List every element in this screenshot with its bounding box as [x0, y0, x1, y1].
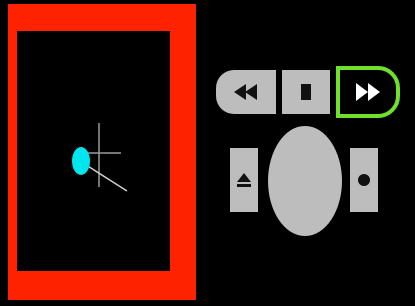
eject-icon: [237, 173, 251, 187]
fast-forward-icon: [356, 83, 380, 101]
record-icon: [358, 174, 370, 186]
pointer-line: [82, 162, 128, 192]
cyan-marker: [72, 147, 90, 175]
record-button[interactable]: [350, 148, 378, 212]
main-control-button[interactable]: [268, 126, 342, 236]
video-display[interactable]: [17, 31, 170, 271]
stop-button[interactable]: [282, 70, 330, 114]
fast-forward-button[interactable]: [336, 66, 400, 118]
video-scene: [72, 123, 128, 192]
eject-button[interactable]: [230, 148, 258, 212]
media-player-screen: [0, 0, 415, 306]
rewind-button[interactable]: [216, 70, 276, 114]
stop-icon: [301, 84, 311, 100]
rewind-icon: [234, 84, 257, 100]
